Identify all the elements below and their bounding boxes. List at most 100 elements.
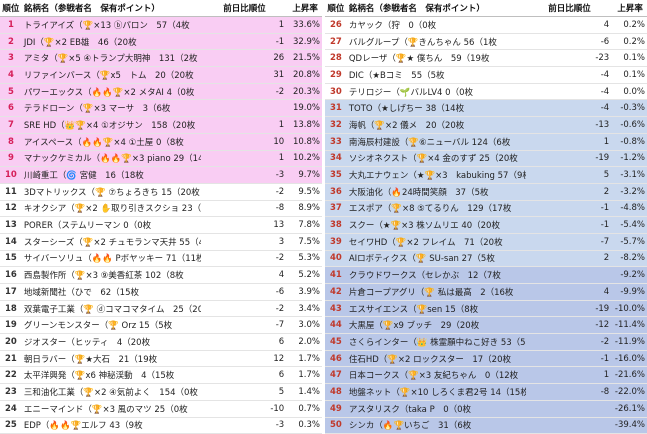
table-row: 17地域新聞社（ひで 62（15枚-63.9% <box>0 284 322 301</box>
table-row: 49アスタリスク（taka P 0（0枚-26.1% <box>325 401 647 418</box>
rank-cell: 22 <box>0 370 22 380</box>
prev-rank-cell: 1 <box>201 20 288 30</box>
rise-rate-cell: -11.4% <box>613 320 647 330</box>
prev-rank-cell: -1 <box>201 37 288 47</box>
prev-rank-cell: 6 <box>201 337 288 347</box>
name-cell: キオクシア（🏆×2 ✋取り引きスクショ 23（11枚 <box>22 202 201 214</box>
name-cell: シンカ（🔥🏆いちご 31（6枚 <box>347 419 526 431</box>
rise-rate-cell: -10.0% <box>613 304 647 314</box>
prev-rank-cell: 12 <box>201 354 288 364</box>
rank-cell: 29 <box>325 70 347 80</box>
rank-cell: 24 <box>0 404 22 414</box>
prev-rank-cell: 1 <box>526 137 613 147</box>
table-row: 7SRE HD（👑🏆×4 ①オジサン 158（20枚113.8% <box>0 117 322 134</box>
prev-rank-cell: 1 <box>201 153 288 163</box>
table-row: 30テリロジー（🌱バルLV4 0（0枚-40.0% <box>325 84 647 101</box>
table-row: 113Dマトリックス（🏆 ⑦ちょろきち 15（20枚-29.5% <box>0 184 322 201</box>
prev-rank-cell: -4 <box>526 70 613 80</box>
rank-cell: 23 <box>0 387 22 397</box>
table-row: 45さくらインター（👑 株霊願中ねこ好き 53（5枚-2-11.9% <box>325 334 647 351</box>
prev-rank-cell: 5 <box>201 387 288 397</box>
name-cell: 3Dマトリックス（🏆 ⑦ちょろきち 15（20枚 <box>22 186 201 198</box>
table-row: 37エスポア（🏆×8 ⑤てるりん 129（17枚-1-4.8% <box>325 201 647 218</box>
table-row: 16西島製作所（🏆×3 ⑨美香紅茶 102（8枚45.2% <box>0 267 322 284</box>
rank-cell: 3 <box>0 53 22 63</box>
rise-rate-cell: -3.1% <box>613 170 647 180</box>
rise-rate-cell: 10.2% <box>288 153 322 163</box>
prev-rank-cell: 13 <box>201 220 288 230</box>
header-name: 銘柄名（参戦者名 保有ポイント） <box>347 2 526 14</box>
prev-rank-cell: -8 <box>201 203 288 213</box>
prev-rank-cell: 31 <box>201 70 288 80</box>
ranking-sheet: 順位 銘柄名（参戦者名 保有ポイント） 前日比順位 上昇率 1トライアイズ（🏆×… <box>0 0 647 418</box>
rank-cell: 43 <box>325 304 347 314</box>
table-row: 44大黒屋（🏆x9 ブッチ 29（20枚-12-11.4% <box>325 317 647 334</box>
name-cell: テリロジー（🌱バルLV4 0（0枚 <box>347 86 526 98</box>
rank-cell: 20 <box>0 337 22 347</box>
rank-cell: 16 <box>0 270 22 280</box>
table-row: 36大阪油化（🔥24時間笑顔 37（5枚2-3.2% <box>325 184 647 201</box>
prev-rank-cell: -3 <box>201 170 288 180</box>
header-up: 上昇率 <box>613 2 647 14</box>
prev-rank-cell: 5 <box>526 170 613 180</box>
prev-rank-cell: -10 <box>201 404 288 414</box>
rank-cell: 26 <box>325 20 347 30</box>
rise-rate-cell: 33.6% <box>288 20 322 30</box>
prev-rank-cell: 4 <box>526 20 613 30</box>
rise-rate-cell: 3.4% <box>288 304 322 314</box>
table-row: 23三和油化工業（🏆×2 ④気前よく 154（0枚51.4% <box>0 384 322 401</box>
table-row: 9マナックケミカル（🔥🔥🏆×3 piano 29（14枚110.2% <box>0 151 322 168</box>
rank-cell: 45 <box>325 337 347 347</box>
rank-cell: 50 <box>325 420 347 430</box>
header-rank: 順位 <box>0 2 22 14</box>
rise-rate-cell: 20.3% <box>288 87 322 97</box>
prev-rank-cell: 4 <box>201 270 288 280</box>
table-row: 2JDI（🏆×2 EB雄 46（20枚-132.9% <box>0 34 322 51</box>
rise-rate-cell: -5.7% <box>613 237 647 247</box>
rise-rate-cell: 0.2% <box>613 20 647 30</box>
rank-cell: 10 <box>0 170 22 180</box>
table-row: 13PORER（ステムリーマン 0（0枚137.8% <box>0 217 322 234</box>
table-row: 34ソシオネクスト（🏆×4 金のすず 25（20枚-19-1.2% <box>325 151 647 168</box>
name-cell: ジオスター（ヒッティ 4（20枚 <box>22 336 201 348</box>
table-row: 39セイワHD（🏆×2 フレイム 71（20枚-7-5.7% <box>325 234 647 251</box>
rise-rate-cell: -11.9% <box>613 337 647 347</box>
rank-cell: 36 <box>325 187 347 197</box>
rise-rate-cell: 32.9% <box>288 37 322 47</box>
table-row: 48地盤ネット（🏆×10 しろくま君2号 14（15枚-8-22.0% <box>325 384 647 401</box>
rank-cell: 2 <box>0 37 22 47</box>
table-row: 14スターシーズ（🏆×2 チュモランマ天井 55（4枚37.5% <box>0 234 322 251</box>
table-row: 42片倉コープアグリ（🏆 私は最高 2（16枚4-9.9% <box>325 284 647 301</box>
rank-cell: 15 <box>0 253 22 263</box>
rank-cell: 28 <box>325 53 347 63</box>
name-cell: グリーンモンスター（🏆 Orz 15（5枚 <box>22 319 201 331</box>
rise-rate-cell: 9.5% <box>288 187 322 197</box>
rank-cell: 8 <box>0 137 22 147</box>
name-cell: クラウドワークス（セレかぶ 12（7枚 <box>347 269 526 281</box>
rank-cell: 30 <box>325 87 347 97</box>
rise-rate-cell: 9.7% <box>288 170 322 180</box>
rise-rate-cell: -0.8% <box>613 137 647 147</box>
prev-rank-cell: -2 <box>201 87 288 97</box>
name-cell: パワーエックス（🔥🔥🏆×2 メタAI 4（0枚 <box>22 86 201 98</box>
prev-rank-cell: -1 <box>526 203 613 213</box>
prev-rank-cell: -3 <box>201 420 288 430</box>
table-row: 31TOTO（★しげちー 38（14枚-4-0.3% <box>325 100 647 117</box>
table-row: 26カヤック（狩 0（0枚40.2% <box>325 17 647 34</box>
header-up: 上昇率 <box>288 2 322 14</box>
prev-rank-cell: -12 <box>526 320 613 330</box>
name-cell: JDI（🏆×2 EB雄 46（20枚 <box>22 36 201 48</box>
rise-rate-cell: -1.2% <box>613 153 647 163</box>
rank-cell: 44 <box>325 320 347 330</box>
table-row: 43エスサイエンス（🏆sen 15（8枚-19-10.0% <box>325 301 647 318</box>
prev-rank-cell: -19 <box>526 153 613 163</box>
rise-rate-cell: -26.1% <box>613 404 647 414</box>
name-cell: マナックケミカル（🔥🔥🏆×3 piano 29（14枚 <box>22 152 201 164</box>
table-row: 24エニーマインド（🏆×3 風のマツ 25（0枚-100.7% <box>0 401 322 418</box>
table-row: 10川崎重工（🌀 宮健 16（18枚-39.7% <box>0 167 322 184</box>
name-cell: 日本コークス（🏆×3 友紀ちゃん 0（12枚 <box>347 369 526 381</box>
rank-cell: 6 <box>0 103 22 113</box>
table-row: 47日本コークス（🏆×3 友紀ちゃん 0（12枚1-21.6% <box>325 367 647 384</box>
name-cell: 大丸エナウェン（★🏆×3 kabuking 57（9枚 <box>347 169 526 181</box>
table-row: 50シンカ（🔥🏆いちご 31（6枚-39.4% <box>325 418 647 434</box>
